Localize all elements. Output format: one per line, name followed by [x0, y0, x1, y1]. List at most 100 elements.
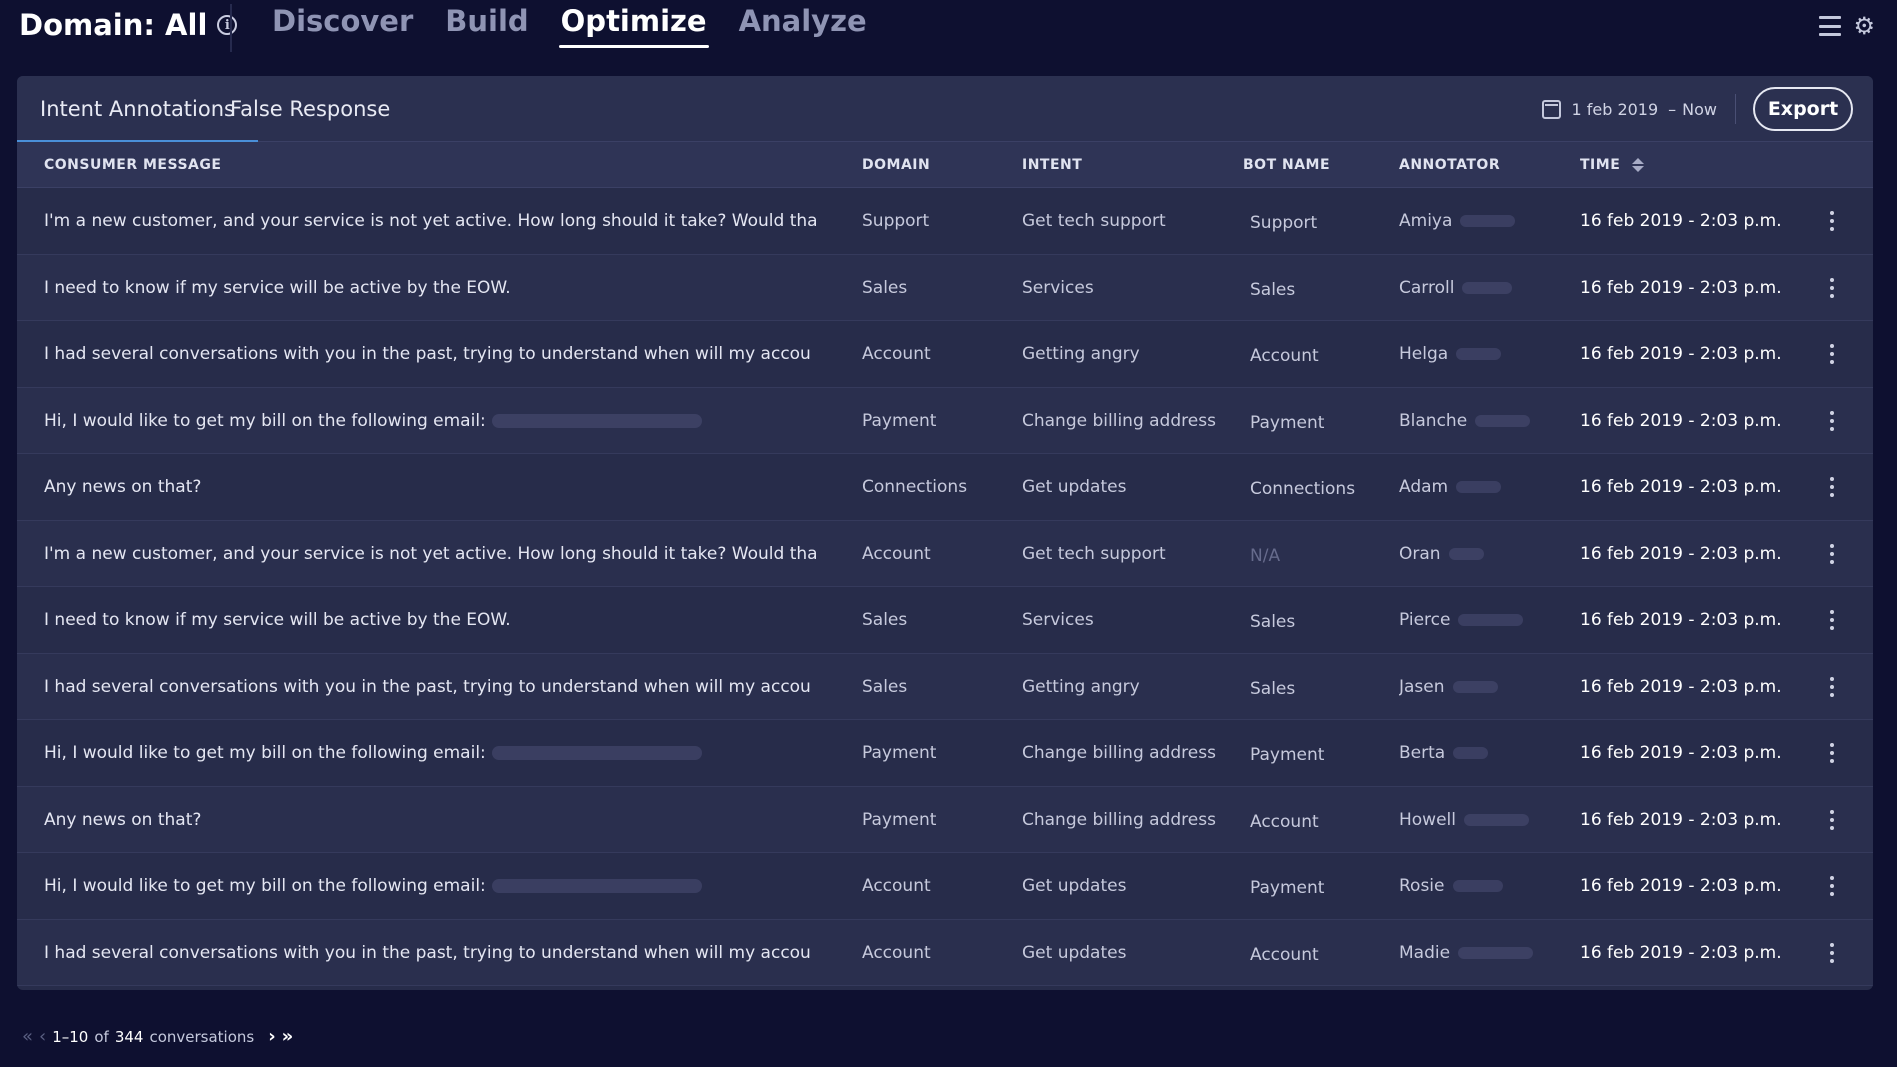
table-row[interactable]: I had several conversations with you in …	[17, 919, 1873, 986]
export-button[interactable]: Export	[1753, 87, 1853, 131]
redacted-surname	[1456, 348, 1502, 360]
message-text: Hi, I would like to get my bill on the f…	[44, 743, 486, 763]
row-menu-button[interactable]	[1817, 920, 1847, 986]
annotator-name: Madie	[1399, 942, 1451, 963]
annotator-cell: Helga	[1399, 321, 1579, 387]
date-divider	[1735, 94, 1736, 124]
top-divider	[230, 4, 232, 52]
bot-name-cell: Connections	[1250, 479, 1356, 499]
col-annotator[interactable]: ANNOTATOR	[1399, 142, 1500, 188]
bot-name-cell: Sales	[1250, 678, 1296, 699]
top-icons: ⚙	[1819, 14, 1875, 38]
message-text: Any news on that?	[44, 809, 202, 830]
kebab-icon	[1830, 277, 1834, 298]
row-menu-button[interactable]	[1817, 587, 1847, 653]
kebab-icon	[1830, 876, 1834, 896]
row-menu-button[interactable]	[1817, 255, 1847, 321]
consumer-message: Any news on that?	[44, 787, 834, 853]
annotator-cell: Blanche	[1399, 388, 1579, 454]
nav-analyze[interactable]: Analyze	[737, 4, 869, 48]
intent-cell: Get tech support	[1022, 211, 1166, 231]
message-text: Hi, I would like to get my bill on the f…	[44, 410, 486, 431]
time-cell: 16 feb 2019 - 2:03 p.m.	[1580, 743, 1782, 763]
bot-name-cell: Payment	[1250, 412, 1325, 433]
domain-cell: Sales	[862, 676, 908, 697]
main-nav: Discover Build Optimize Analyze	[270, 4, 869, 48]
bot-name-cell: Support	[1250, 213, 1318, 233]
kebab-icon	[1830, 942, 1834, 963]
col-consumer-message[interactable]: CONSUMER MESSAGE	[44, 142, 221, 188]
intent-cell: Get updates	[1022, 477, 1127, 497]
domain-cell: Payment	[862, 410, 937, 431]
domain-title-text: Domain: All	[19, 8, 208, 42]
kebab-icon	[1830, 344, 1834, 364]
row-menu-button[interactable]	[1817, 521, 1847, 587]
row-menu-button[interactable]	[1817, 388, 1847, 454]
time-cell: 16 feb 2019 - 2:03 p.m.	[1580, 344, 1782, 364]
bot-name-cell: Sales	[1250, 612, 1296, 632]
intent-cell: Get updates	[1022, 876, 1127, 896]
table-row[interactable]: Any news on that? Payment Change billing a…	[17, 786, 1873, 853]
redacted-email	[491, 746, 702, 760]
intent-cell: Change billing address	[1022, 410, 1216, 431]
annotator-name: Oran	[1399, 543, 1441, 564]
row-menu-button[interactable]	[1817, 787, 1847, 853]
annotator-name: Rosie	[1399, 876, 1445, 896]
intent-cell: Get tech support	[1022, 543, 1166, 564]
prev-page-icon[interactable]: ‹	[39, 1028, 46, 1046]
date-range-picker[interactable]: 1 feb 2019 – Now	[1542, 76, 1717, 142]
annotations-card: Intent Annotations False Response 1 feb …	[17, 76, 1873, 990]
table-row[interactable]: I'm a new customer, and your service is …	[17, 188, 1873, 255]
sort-icon[interactable]	[1632, 158, 1645, 172]
row-menu-button[interactable]	[1817, 853, 1847, 919]
info-icon[interactable]: i	[217, 15, 238, 35]
bot-name-cell: Payment	[1250, 745, 1325, 765]
row-menu-button[interactable]	[1817, 188, 1847, 254]
table-row[interactable]: Hi, I would like to get my bill on the f…	[17, 387, 1873, 454]
redacted-email	[491, 413, 702, 428]
intent-cell: Services	[1022, 277, 1094, 298]
table-row[interactable]: I need to know if my service will be act…	[17, 587, 1873, 654]
col-time[interactable]: TIME	[1580, 142, 1645, 188]
time-cell: 16 feb 2019 - 2:03 p.m.	[1580, 610, 1782, 630]
tab-false-response[interactable]: False Response	[207, 76, 413, 142]
nav-discover[interactable]: Discover	[270, 4, 415, 48]
first-page-icon[interactable]: «	[22, 1028, 33, 1046]
col-domain[interactable]: DOMAIN	[862, 142, 930, 188]
col-intent[interactable]: INTENT	[1022, 142, 1082, 188]
annotator-name: Helga	[1399, 344, 1449, 364]
gear-icon[interactable]: ⚙	[1853, 14, 1875, 38]
bot-name-cell: Sales	[1250, 279, 1296, 300]
time-cell: 16 feb 2019 - 2:03 p.m.	[1580, 876, 1782, 896]
annotator-cell: Rosie	[1399, 853, 1579, 919]
message-text: I had several conversations with you in …	[44, 676, 811, 697]
table-row[interactable]: Any news on that? Connections Get updates C…	[17, 454, 1873, 521]
table-row[interactable]: I'm a new customer, and your service is …	[17, 520, 1873, 587]
next-page-icon[interactable]: ›	[268, 1028, 275, 1046]
table-row[interactable]: I had several conversations with you in …	[17, 653, 1873, 720]
list-icon[interactable]	[1819, 16, 1842, 36]
domain-title[interactable]: Domain: All i	[19, 8, 238, 42]
last-page-icon[interactable]: »	[282, 1028, 294, 1046]
redacted-surname	[1460, 215, 1516, 227]
bot-name-cell: Account	[1250, 346, 1319, 366]
row-menu-button[interactable]	[1817, 321, 1847, 387]
nav-optimize[interactable]: Optimize	[558, 4, 709, 48]
table-header: CONSUMER MESSAGE DOMAIN INTENT BOT NAME …	[17, 142, 1873, 188]
redacted-surname	[1453, 747, 1489, 759]
nav-build[interactable]: Build	[443, 4, 530, 48]
table-row[interactable]: Hi, I would like to get my bill on the f…	[17, 853, 1873, 920]
redacted-surname	[1458, 946, 1534, 959]
row-menu-button[interactable]	[1817, 654, 1847, 720]
row-menu-button[interactable]	[1817, 454, 1847, 520]
col-bot-name[interactable]: BOT NAME	[1243, 142, 1330, 188]
message-text: I need to know if my service will be act…	[44, 277, 511, 298]
table-row[interactable]: Hi, I would like to get my bill on the f…	[17, 720, 1873, 787]
date-range-end: Now	[1682, 99, 1717, 119]
table-row[interactable]: I had several conversations with you in …	[17, 321, 1873, 388]
table-row[interactable]: I need to know if my service will be act…	[17, 254, 1873, 321]
annotator-name: Jasen	[1399, 676, 1445, 697]
consumer-message: I had several conversations with you in …	[44, 321, 834, 387]
row-menu-button[interactable]	[1817, 720, 1847, 786]
time-cell: 16 feb 2019 - 2:03 p.m.	[1580, 410, 1782, 431]
